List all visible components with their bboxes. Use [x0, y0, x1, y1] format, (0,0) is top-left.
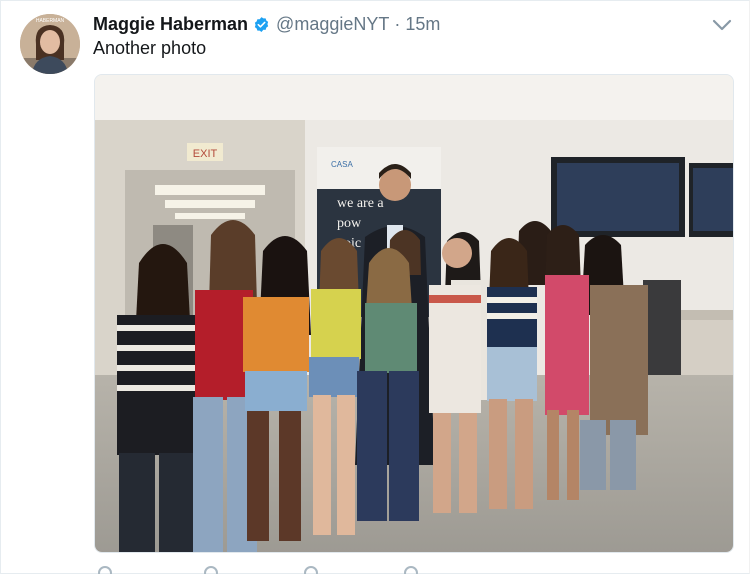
tweet-text: Another photo — [93, 38, 207, 58]
avatar-caption: HABERMAN — [36, 18, 65, 24]
like-icon[interactable] — [304, 566, 318, 574]
author-handle[interactable]: @maggieNYT — [276, 14, 389, 35]
retweet-icon[interactable] — [204, 566, 218, 574]
banner-line-1: we are a — [337, 196, 384, 211]
tweet-timestamp[interactable]: 15m — [405, 14, 440, 35]
verified-badge-icon — [254, 16, 269, 32]
chevron-down-icon[interactable] — [710, 14, 734, 36]
banner-logo: CASA — [331, 160, 353, 169]
message-icon[interactable] — [404, 566, 418, 574]
tweet-photo[interactable]: EXIT CASA we are a pow voic — [94, 74, 734, 553]
author-name[interactable]: Maggie Haberman — [93, 14, 248, 35]
author-avatar[interactable]: HABERMAN — [20, 14, 80, 74]
meta-separator: · — [394, 13, 401, 34]
tweet-header: Maggie Haberman @maggieNYT · 15m — [93, 12, 440, 36]
tweet-actions — [94, 566, 734, 574]
exit-sign: EXIT — [193, 148, 218, 160]
reply-icon[interactable] — [98, 566, 112, 574]
banner-line-2: pow — [337, 216, 362, 231]
